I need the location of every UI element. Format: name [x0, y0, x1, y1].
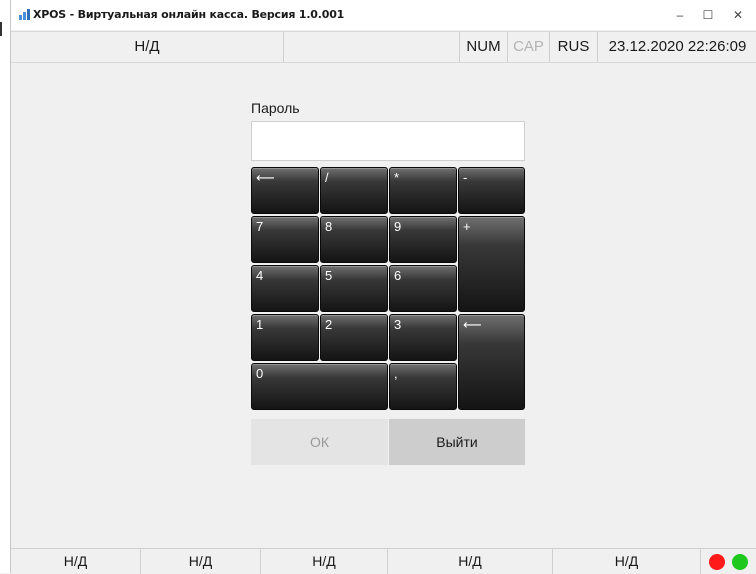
key-plus[interactable]: + [458, 216, 525, 312]
key-multiply[interactable]: * [389, 167, 457, 214]
key-8[interactable]: 8 [320, 216, 388, 263]
bottom-field-4: Н/Д [388, 549, 553, 574]
window-title: XPOS - Виртуальная онлайн касса. Версия … [33, 8, 345, 21]
key-4[interactable]: 4 [251, 265, 319, 312]
title-bar: XPOS - Виртуальная онлайн касса. Версия … [11, 0, 756, 30]
caps-lock-indicator: CAP [508, 32, 550, 62]
status-field-2 [284, 32, 460, 62]
key-minus[interactable]: - [458, 167, 525, 214]
close-button[interactable]: ✕ [727, 6, 749, 24]
key-0[interactable]: 0 [251, 363, 388, 410]
app-window: XPOS - Виртуальная онлайн касса. Версия … [10, 0, 756, 574]
bottom-field-2: Н/Д [141, 549, 261, 574]
ok-button[interactable]: ОК [251, 419, 388, 465]
top-status-bar: Н/Д NUM CAP RUS 23.12.2020 22:26:09 [11, 31, 756, 63]
bottom-field-3: Н/Д [261, 549, 388, 574]
key-enter[interactable]: ⟵ [458, 314, 525, 410]
exit-button[interactable]: Выйти [389, 419, 525, 465]
datetime-display: 23.12.2020 22:26:09 [608, 38, 747, 55]
status-field-1: Н/Д [11, 32, 284, 62]
password-label: Пароль [251, 100, 300, 116]
green-status-indicator [732, 554, 748, 570]
minimize-button[interactable]: – [669, 6, 691, 24]
password-input[interactable] [251, 121, 525, 161]
key-3[interactable]: 3 [389, 314, 457, 361]
key-2[interactable]: 2 [320, 314, 388, 361]
key-divide[interactable]: / [320, 167, 388, 214]
bottom-status-bar: Н/Д Н/Д Н/Д Н/Д Н/Д [11, 548, 756, 574]
key-backspace[interactable]: ⟵ [251, 167, 319, 214]
left-background-strip [0, 0, 10, 573]
key-9[interactable]: 9 [389, 216, 457, 263]
bottom-field-1: Н/Д [11, 549, 141, 574]
key-5[interactable]: 5 [320, 265, 388, 312]
left-edge-mark [0, 22, 2, 36]
red-status-indicator [709, 554, 725, 570]
key-6[interactable]: 6 [389, 265, 457, 312]
num-lock-indicator: NUM [460, 32, 508, 62]
key-7[interactable]: 7 [251, 216, 319, 263]
key-1[interactable]: 1 [251, 314, 319, 361]
maximize-button[interactable]: ☐ [697, 6, 719, 24]
app-chart-icon [19, 9, 30, 20]
bottom-field-5: Н/Д [553, 549, 701, 574]
key-comma[interactable]: , [389, 363, 457, 410]
language-indicator: RUS [550, 32, 598, 62]
